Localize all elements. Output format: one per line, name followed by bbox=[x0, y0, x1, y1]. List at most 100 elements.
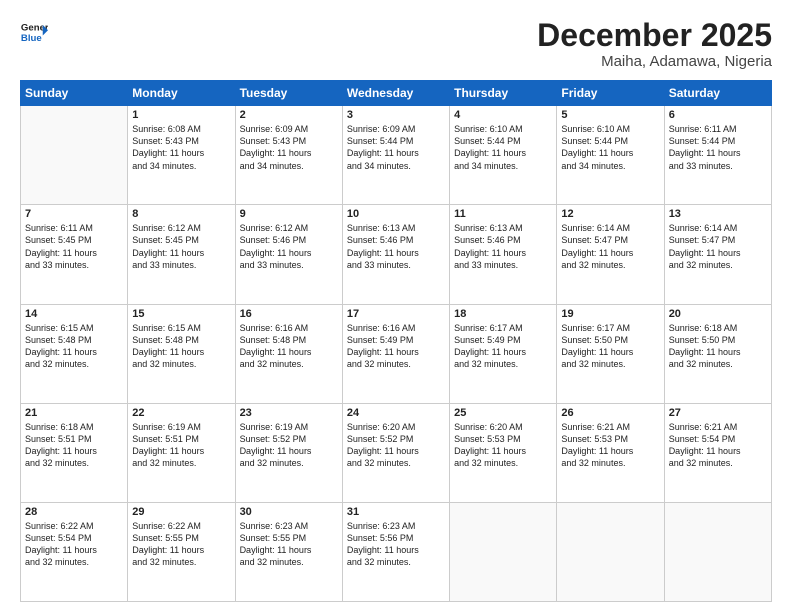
weekday-header: Thursday bbox=[450, 81, 557, 106]
day-info: Sunrise: 6:15 AM Sunset: 5:48 PM Dayligh… bbox=[25, 322, 123, 371]
day-number: 17 bbox=[347, 308, 445, 320]
calendar-day-cell: 31Sunrise: 6:23 AM Sunset: 5:56 PM Dayli… bbox=[342, 502, 449, 601]
day-number: 12 bbox=[561, 208, 659, 220]
day-number: 2 bbox=[240, 109, 338, 121]
svg-text:Blue: Blue bbox=[21, 33, 42, 44]
day-info: Sunrise: 6:21 AM Sunset: 5:54 PM Dayligh… bbox=[669, 421, 767, 470]
calendar-day-cell bbox=[557, 502, 664, 601]
weekday-header: Sunday bbox=[21, 81, 128, 106]
day-info: Sunrise: 6:16 AM Sunset: 5:48 PM Dayligh… bbox=[240, 322, 338, 371]
day-info: Sunrise: 6:17 AM Sunset: 5:50 PM Dayligh… bbox=[561, 322, 659, 371]
calendar-day-cell: 18Sunrise: 6:17 AM Sunset: 5:49 PM Dayli… bbox=[450, 304, 557, 403]
day-number: 3 bbox=[347, 109, 445, 121]
location: Maiha, Adamawa, Nigeria bbox=[537, 53, 772, 70]
day-number: 23 bbox=[240, 407, 338, 419]
weekday-header: Friday bbox=[557, 81, 664, 106]
calendar-day-cell: 25Sunrise: 6:20 AM Sunset: 5:53 PM Dayli… bbox=[450, 403, 557, 502]
day-number: 11 bbox=[454, 208, 552, 220]
day-number: 22 bbox=[132, 407, 230, 419]
day-number: 1 bbox=[132, 109, 230, 121]
calendar-day-cell: 5 Sunrise: 6:10 AM Sunset: 5:44 PM Daylig… bbox=[557, 106, 664, 205]
day-number: 21 bbox=[25, 407, 123, 419]
day-info: Sunrise: 6:18 AM Sunset: 5:50 PM Dayligh… bbox=[669, 322, 767, 371]
weekday-header: Tuesday bbox=[235, 81, 342, 106]
day-number: 13 bbox=[669, 208, 767, 220]
weekday-header: Wednesday bbox=[342, 81, 449, 106]
calendar-day-cell: 22 Sunrise: 6:19 AM Sunset: 5:51 PM Dayli… bbox=[128, 403, 235, 502]
day-info: Sunrise: 6:20 AM Sunset: 5:52 PM Dayligh… bbox=[347, 421, 445, 470]
day-info: Sunrise: 6:23 AM Sunset: 5:55 PM Dayligh… bbox=[240, 520, 338, 569]
day-number: 14 bbox=[25, 308, 123, 320]
calendar-day-cell: 3 Sunrise: 6:09 AM Sunset: 5:44 PM Daylig… bbox=[342, 106, 449, 205]
calendar-day-cell: 16 Sunrise: 6:16 AM Sunset: 5:48 PM Dayli… bbox=[235, 304, 342, 403]
calendar-week-row: 14 Sunrise: 6:15 AM Sunset: 5:48 PM Dayli… bbox=[21, 304, 772, 403]
day-info: Sunrise: 6:10 AM Sunset: 5:44 PM Dayligh… bbox=[454, 123, 552, 172]
weekday-header: Monday bbox=[128, 81, 235, 106]
calendar-day-cell: 1 Sunrise: 6:08 AM Sunset: 5:43 PM Daylig… bbox=[128, 106, 235, 205]
day-number: 7 bbox=[25, 208, 123, 220]
day-number: 28 bbox=[25, 506, 123, 518]
day-info: Sunrise: 6:22 AM Sunset: 5:54 PM Dayligh… bbox=[25, 520, 123, 569]
day-info: Sunrise: 6:15 AM Sunset: 5:48 PM Dayligh… bbox=[132, 322, 230, 371]
calendar-day-cell: 13 Sunrise: 6:14 AM Sunset: 5:47 PM Dayli… bbox=[664, 205, 771, 304]
day-info: Sunrise: 6:12 AM Sunset: 5:46 PM Dayligh… bbox=[240, 222, 338, 271]
header: General Blue December 2025 Maiha, Adamaw… bbox=[20, 18, 772, 70]
calendar-day-cell: 2 Sunrise: 6:09 AM Sunset: 5:43 PM Daylig… bbox=[235, 106, 342, 205]
calendar-day-cell: 20 Sunrise: 6:18 AM Sunset: 5:50 PM Dayli… bbox=[664, 304, 771, 403]
day-number: 16 bbox=[240, 308, 338, 320]
calendar-day-cell: 14 Sunrise: 6:15 AM Sunset: 5:48 PM Dayli… bbox=[21, 304, 128, 403]
calendar-day-cell: 27Sunrise: 6:21 AM Sunset: 5:54 PM Dayli… bbox=[664, 403, 771, 502]
day-info: Sunrise: 6:11 AM Sunset: 5:45 PM Dayligh… bbox=[25, 222, 123, 271]
day-number: 19 bbox=[561, 308, 659, 320]
day-number: 24 bbox=[347, 407, 445, 419]
calendar-day-cell: 30 Sunrise: 6:23 AM Sunset: 5:55 PM Dayli… bbox=[235, 502, 342, 601]
calendar-day-cell: 10 Sunrise: 6:13 AM Sunset: 5:46 PM Dayli… bbox=[342, 205, 449, 304]
day-number: 15 bbox=[132, 308, 230, 320]
calendar-day-cell: 26Sunrise: 6:21 AM Sunset: 5:53 PM Dayli… bbox=[557, 403, 664, 502]
day-number: 6 bbox=[669, 109, 767, 121]
calendar-day-cell bbox=[450, 502, 557, 601]
calendar-day-cell: 6 Sunrise: 6:11 AM Sunset: 5:44 PM Daylig… bbox=[664, 106, 771, 205]
day-info: Sunrise: 6:09 AM Sunset: 5:44 PM Dayligh… bbox=[347, 123, 445, 172]
day-number: 30 bbox=[240, 506, 338, 518]
calendar-day-cell: 12 Sunrise: 6:14 AM Sunset: 5:47 PM Dayli… bbox=[557, 205, 664, 304]
calendar-header-row: SundayMondayTuesdayWednesdayThursdayFrid… bbox=[21, 81, 772, 106]
day-info: Sunrise: 6:14 AM Sunset: 5:47 PM Dayligh… bbox=[669, 222, 767, 271]
calendar-week-row: 21 Sunrise: 6:18 AM Sunset: 5:51 PM Dayli… bbox=[21, 403, 772, 502]
day-number: 29 bbox=[132, 506, 230, 518]
calendar-day-cell: 4 Sunrise: 6:10 AM Sunset: 5:44 PM Daylig… bbox=[450, 106, 557, 205]
day-number: 4 bbox=[454, 109, 552, 121]
day-info: Sunrise: 6:14 AM Sunset: 5:47 PM Dayligh… bbox=[561, 222, 659, 271]
day-info: Sunrise: 6:11 AM Sunset: 5:44 PM Dayligh… bbox=[669, 123, 767, 172]
day-info: Sunrise: 6:08 AM Sunset: 5:43 PM Dayligh… bbox=[132, 123, 230, 172]
day-info: Sunrise: 6:13 AM Sunset: 5:46 PM Dayligh… bbox=[347, 222, 445, 271]
day-info: Sunrise: 6:19 AM Sunset: 5:51 PM Dayligh… bbox=[132, 421, 230, 470]
day-info: Sunrise: 6:12 AM Sunset: 5:45 PM Dayligh… bbox=[132, 222, 230, 271]
day-info: Sunrise: 6:18 AM Sunset: 5:51 PM Dayligh… bbox=[25, 421, 123, 470]
calendar-day-cell: 28 Sunrise: 6:22 AM Sunset: 5:54 PM Dayli… bbox=[21, 502, 128, 601]
day-info: Sunrise: 6:22 AM Sunset: 5:55 PM Dayligh… bbox=[132, 520, 230, 569]
title-block: December 2025 Maiha, Adamawa, Nigeria bbox=[537, 18, 772, 70]
calendar-week-row: 1 Sunrise: 6:08 AM Sunset: 5:43 PM Daylig… bbox=[21, 106, 772, 205]
calendar-day-cell bbox=[21, 106, 128, 205]
day-info: Sunrise: 6:23 AM Sunset: 5:56 PM Dayligh… bbox=[347, 520, 445, 569]
day-info: Sunrise: 6:19 AM Sunset: 5:52 PM Dayligh… bbox=[240, 421, 338, 470]
day-number: 20 bbox=[669, 308, 767, 320]
day-info: Sunrise: 6:10 AM Sunset: 5:44 PM Dayligh… bbox=[561, 123, 659, 172]
calendar-day-cell: 23 Sunrise: 6:19 AM Sunset: 5:52 PM Dayli… bbox=[235, 403, 342, 502]
logo: General Blue bbox=[20, 18, 48, 46]
calendar-week-row: 28 Sunrise: 6:22 AM Sunset: 5:54 PM Dayli… bbox=[21, 502, 772, 601]
calendar-day-cell: 11Sunrise: 6:13 AM Sunset: 5:46 PM Dayli… bbox=[450, 205, 557, 304]
day-number: 26 bbox=[561, 407, 659, 419]
day-number: 9 bbox=[240, 208, 338, 220]
day-info: Sunrise: 6:17 AM Sunset: 5:49 PM Dayligh… bbox=[454, 322, 552, 371]
calendar-week-row: 7 Sunrise: 6:11 AM Sunset: 5:45 PM Daylig… bbox=[21, 205, 772, 304]
day-info: Sunrise: 6:16 AM Sunset: 5:49 PM Dayligh… bbox=[347, 322, 445, 371]
calendar-day-cell: 24 Sunrise: 6:20 AM Sunset: 5:52 PM Dayli… bbox=[342, 403, 449, 502]
day-number: 25 bbox=[454, 407, 552, 419]
month-title: December 2025 bbox=[537, 18, 772, 53]
weekday-header: Saturday bbox=[664, 81, 771, 106]
day-number: 5 bbox=[561, 109, 659, 121]
day-info: Sunrise: 6:09 AM Sunset: 5:43 PM Dayligh… bbox=[240, 123, 338, 172]
day-number: 10 bbox=[347, 208, 445, 220]
